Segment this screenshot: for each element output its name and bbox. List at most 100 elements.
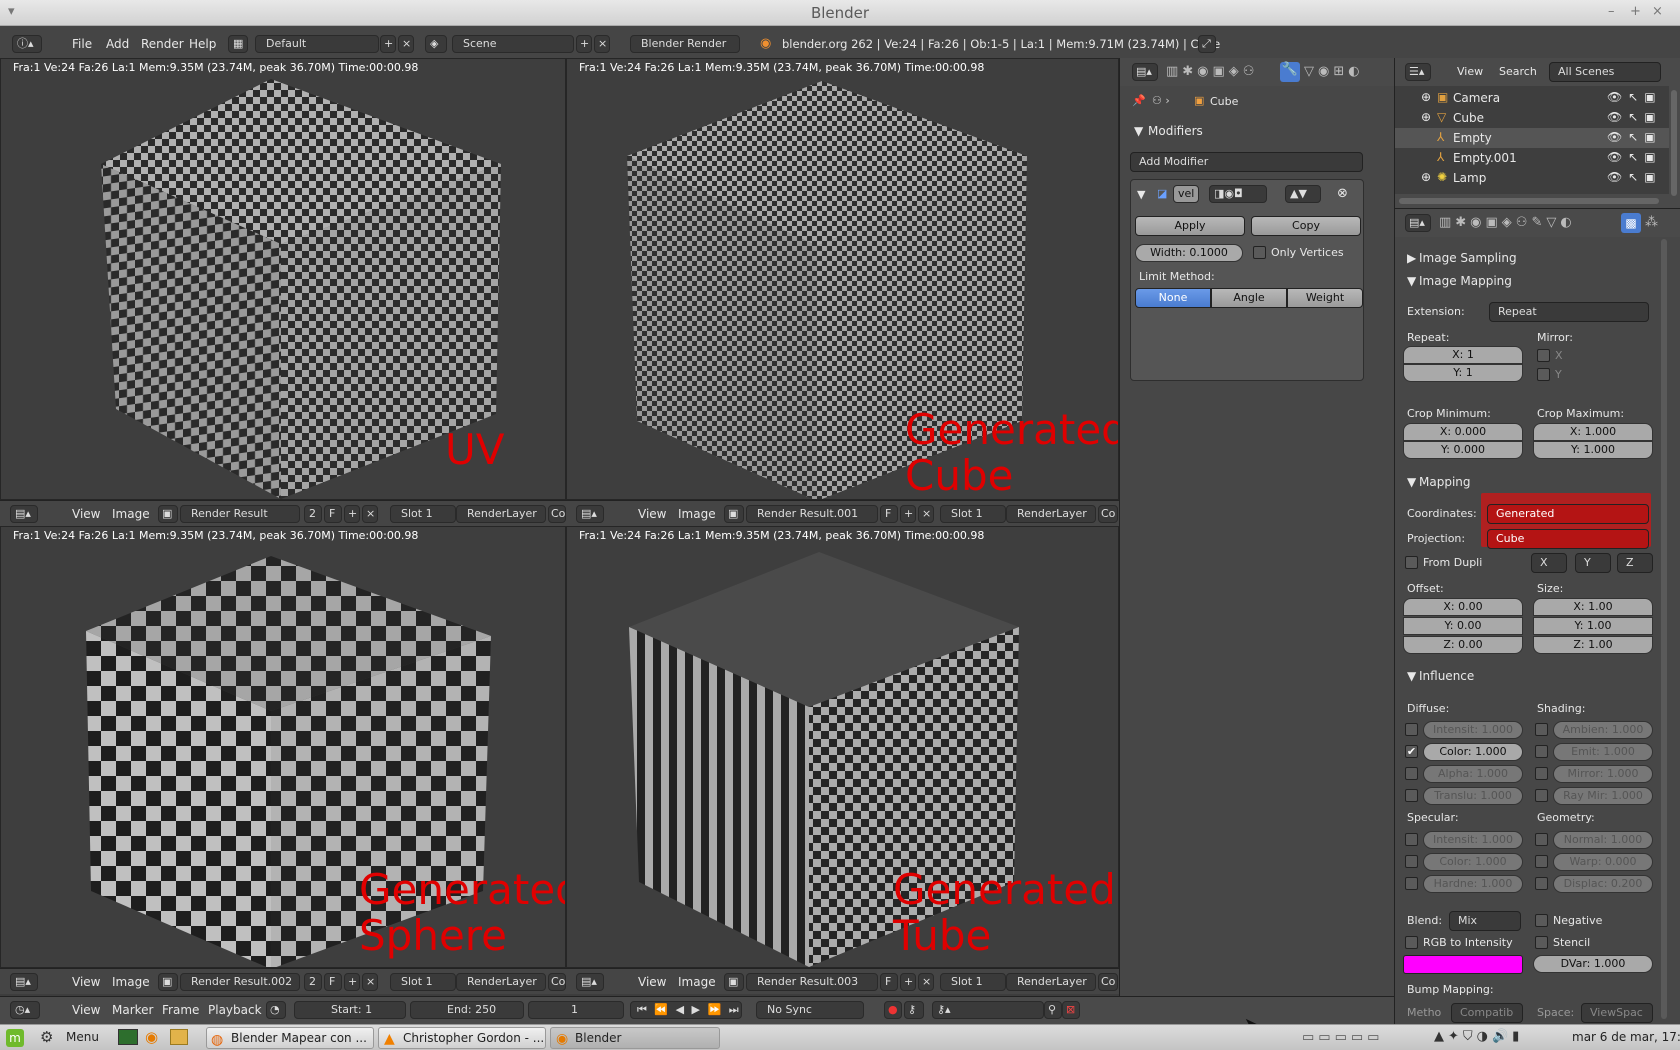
- width-field[interactable]: Width: 0.1000: [1135, 244, 1243, 262]
- particles-tab-icon[interactable]: ⁂: [1645, 215, 1658, 230]
- specular-hardness-checkbox[interactable]: [1405, 877, 1418, 890]
- new-image-icon[interactable]: +: [344, 973, 360, 991]
- diffuse-intensity-field[interactable]: Intensit: 1.000: [1423, 721, 1523, 739]
- editor-type-icon[interactable]: ☰▴: [1405, 63, 1431, 81]
- limit-none-button[interactable]: None: [1135, 288, 1211, 308]
- geometry-warp-checkbox[interactable]: [1535, 855, 1548, 868]
- render-pass-select[interactable]: Co: [1098, 973, 1118, 991]
- shading-ambient-checkbox[interactable]: [1535, 723, 1548, 736]
- dvar-field[interactable]: DVar: 1.000: [1533, 955, 1653, 973]
- playback-controls[interactable]: ⏮ ⏪ ◀ ▶ ⏩ ⏭: [630, 1001, 742, 1019]
- render-layer-select[interactable]: RenderLayer: [1006, 973, 1096, 991]
- visibility-icons[interactable]: 👁↖▣: [1607, 90, 1662, 104]
- shading-raymir-checkbox[interactable]: [1535, 789, 1548, 802]
- image-viewport-generated-cube[interactable]: Generated Cube Fra:1 Ve:24 Fa:26 La:1 Me…: [566, 58, 1119, 500]
- rgb-to-intensity-checkbox[interactable]: [1405, 936, 1418, 949]
- outliner-row[interactable]: ⅄ Empty 👁↖▣: [1395, 128, 1669, 148]
- image-selector[interactable]: Render Result.002: [180, 973, 300, 991]
- pin-icon[interactable]: 📌: [1132, 94, 1146, 107]
- workspace-switcher-icons[interactable]: ▭▭▭▭▭: [1302, 1030, 1383, 1045]
- render-pass-select[interactable]: Co: [548, 973, 566, 991]
- menu-image[interactable]: Image: [112, 975, 150, 989]
- gear-icon[interactable]: ⚙: [40, 1028, 53, 1046]
- bump-space-select[interactable]: ViewSpac: [1581, 1003, 1653, 1023]
- size-y-field[interactable]: Y: 1.00: [1533, 617, 1653, 635]
- folder-icon[interactable]: [170, 1029, 188, 1045]
- shading-mirror-field[interactable]: Mirror: 1.000: [1553, 765, 1653, 783]
- limit-weight-button[interactable]: Weight: [1287, 288, 1363, 308]
- menu-view[interactable]: View: [72, 507, 100, 521]
- delete-keyframe-icon[interactable]: ⊠: [1062, 1001, 1080, 1019]
- shading-emit-checkbox[interactable]: [1535, 745, 1548, 758]
- stencil-checkbox[interactable]: [1535, 936, 1548, 949]
- mint-logo-icon[interactable]: m: [6, 1029, 24, 1047]
- scene-add-icon[interactable]: +: [576, 35, 592, 53]
- blender-launcher-icon[interactable]: ◉: [145, 1028, 158, 1046]
- image-browse-icon[interactable]: ▣: [158, 505, 178, 523]
- current-frame-field[interactable]: 1: [528, 1001, 624, 1019]
- layout-add-icon[interactable]: +: [380, 35, 396, 53]
- crop-min-y-field[interactable]: Y: 0.000: [1403, 441, 1523, 459]
- task-vlc[interactable]: ▲ Christopher Gordon - ...: [378, 1027, 546, 1049]
- shading-raymir-field[interactable]: Ray Mir: 1.000: [1553, 787, 1653, 805]
- close-button[interactable]: ×: [1652, 4, 1663, 19]
- editor-type-icon[interactable]: ▤▴: [10, 505, 38, 523]
- more-tabs-icons[interactable]: ▽◉⊞◐: [1304, 64, 1364, 79]
- start-menu-label[interactable]: Menu: [66, 1030, 99, 1044]
- shading-mirror-checkbox[interactable]: [1535, 767, 1548, 780]
- layout-icon[interactable]: ▦: [228, 35, 248, 53]
- properties-scrollbar[interactable]: [1661, 239, 1667, 1019]
- render-layer-select[interactable]: RenderLayer: [1006, 505, 1096, 523]
- visibility-icons[interactable]: 👁↖▣: [1607, 110, 1662, 124]
- geometry-normal-field[interactable]: Normal: 1.000: [1553, 831, 1653, 849]
- image-selector[interactable]: Render Result: [180, 505, 300, 523]
- menu-file[interactable]: File: [72, 37, 92, 51]
- scene-icon[interactable]: ◈: [425, 35, 447, 53]
- editor-type-icon[interactable]: ▤▴: [1132, 63, 1158, 81]
- diffuse-alpha-checkbox[interactable]: [1405, 767, 1418, 780]
- menu-view[interactable]: View: [638, 507, 666, 521]
- negative-checkbox[interactable]: [1535, 914, 1548, 927]
- axis-z-select[interactable]: Z: [1617, 553, 1653, 573]
- modifier-visibility-icons[interactable]: ◨◉◘: [1209, 185, 1267, 203]
- maximize-button[interactable]: +: [1630, 4, 1641, 19]
- editor-type-icon[interactable]: ◷▴: [10, 1001, 40, 1019]
- influence-toggle[interactable]: ▼: [1407, 669, 1416, 683]
- image-viewport-generated-sphere[interactable]: Generated Sphere Fra:1 Ve:24 Fa:26 La:1 …: [0, 526, 566, 968]
- visibility-icons[interactable]: 👁↖▣: [1607, 150, 1662, 164]
- modifier-collapse-toggle[interactable]: ▼: [1137, 188, 1145, 201]
- tray-icons[interactable]: ▲✦⛉◑🔊▮: [1434, 1029, 1523, 1044]
- layout-remove-icon[interactable]: ×: [398, 35, 414, 53]
- coordinates-select[interactable]: Generated: [1487, 504, 1649, 524]
- axis-y-select[interactable]: Y: [1575, 553, 1611, 573]
- diffuse-color-field[interactable]: Color: 1.000: [1423, 743, 1523, 761]
- size-z-field[interactable]: Z: 1.00: [1533, 636, 1653, 654]
- fullscreen-icon[interactable]: ⤢: [1198, 35, 1216, 53]
- geometry-normal-checkbox[interactable]: [1535, 833, 1548, 846]
- menu-image[interactable]: Image: [112, 507, 150, 521]
- repeat-x-field[interactable]: X: 1: [1403, 346, 1523, 364]
- end-frame-field[interactable]: End: 250: [410, 1001, 524, 1019]
- diffuse-translucency-field[interactable]: Translu: 1.000: [1423, 787, 1523, 805]
- image-selector[interactable]: Render Result.003: [746, 973, 878, 991]
- outliner-row[interactable]: ⊕ ▣ Camera 👁↖▣: [1395, 88, 1669, 108]
- axis-x-select[interactable]: X: [1531, 553, 1567, 573]
- slot-select[interactable]: Slot 1: [390, 505, 456, 523]
- image-browse-icon[interactable]: ▣: [724, 973, 744, 991]
- image-browse-icon[interactable]: ▣: [158, 973, 178, 991]
- new-image-icon[interactable]: +: [344, 505, 360, 523]
- fake-user-button[interactable]: F: [324, 505, 342, 523]
- sync-select[interactable]: No Sync: [756, 1001, 864, 1019]
- menu-playback[interactable]: Playback: [208, 1003, 262, 1017]
- outliner-row[interactable]: ⅄ Empty.001 👁↖▣: [1395, 148, 1669, 168]
- blend-color-swatch[interactable]: [1403, 955, 1523, 974]
- diffuse-color-checkbox[interactable]: ✔: [1405, 745, 1418, 758]
- new-image-icon[interactable]: +: [900, 973, 916, 991]
- bump-method-select[interactable]: Compatib: [1451, 1003, 1523, 1023]
- slot-select[interactable]: Slot 1: [390, 973, 456, 991]
- copy-button[interactable]: Copy: [1251, 216, 1361, 236]
- crop-max-y-field[interactable]: Y: 1.000: [1533, 441, 1653, 459]
- render-engine-select[interactable]: Blender Render: [630, 35, 740, 53]
- new-image-icon[interactable]: +: [900, 505, 916, 523]
- offset-z-field[interactable]: Z: 0.00: [1403, 636, 1523, 654]
